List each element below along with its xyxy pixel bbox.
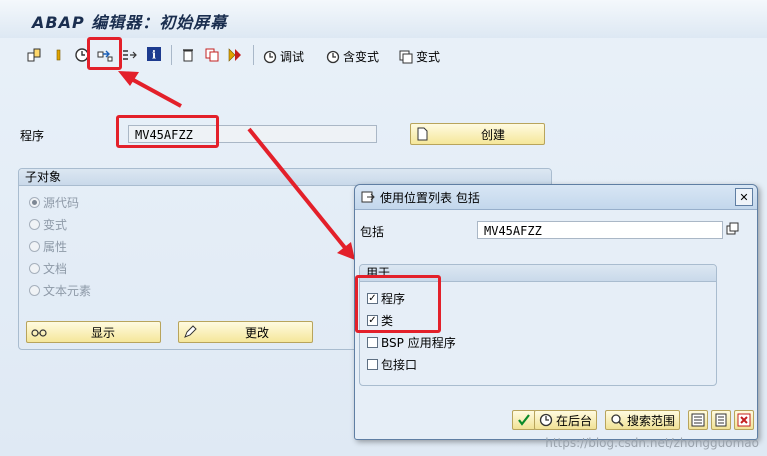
- continue-button[interactable]: [512, 410, 536, 430]
- save-list-button[interactable]: [711, 410, 731, 430]
- arrow-head: [337, 242, 355, 260]
- search-scope-label: 搜索范围: [627, 413, 676, 428]
- list-icon: [691, 413, 705, 427]
- checkbox-bsp-applications[interactable]: BSP 应用程序: [367, 334, 456, 351]
- dialog-icon: [361, 191, 375, 203]
- arrow-head: [118, 71, 139, 86]
- background-label: 在后台: [556, 413, 593, 428]
- include-input[interactable]: MV45AFZZ: [477, 221, 723, 239]
- checkbox-label: BSP 应用程序: [381, 336, 456, 350]
- arrow-line: [125, 74, 182, 108]
- checkbox-box: [367, 337, 378, 348]
- cancel-button[interactable]: [734, 410, 754, 430]
- list-settings-button[interactable]: [688, 410, 708, 430]
- dialog-header: 使用位置列表 包括 ✕: [355, 185, 757, 210]
- checkbox-box: [367, 359, 378, 370]
- checkmark-icon: [518, 414, 530, 426]
- value-help-icon[interactable]: [726, 221, 740, 237]
- document-icon: [715, 413, 727, 427]
- watermark: https://blog.csdn.net/zhongguomao: [545, 436, 759, 450]
- background-button[interactable]: 在后台: [534, 410, 598, 430]
- include-label: 包括: [360, 225, 385, 239]
- arrow-line: [247, 127, 348, 251]
- checkbox-label: 包接口: [381, 358, 418, 372]
- close-icon[interactable]: ✕: [735, 188, 753, 206]
- execute-background-icon: [539, 413, 553, 427]
- search-scope-button[interactable]: 搜索范围: [605, 410, 681, 430]
- search-icon: [611, 414, 624, 427]
- dialog-title: 使用位置列表 包括: [380, 190, 480, 205]
- cancel-icon: [737, 413, 751, 427]
- checkbox-package-interfaces[interactable]: 包接口: [367, 356, 417, 373]
- highlight-used-for-checks: [355, 275, 441, 333]
